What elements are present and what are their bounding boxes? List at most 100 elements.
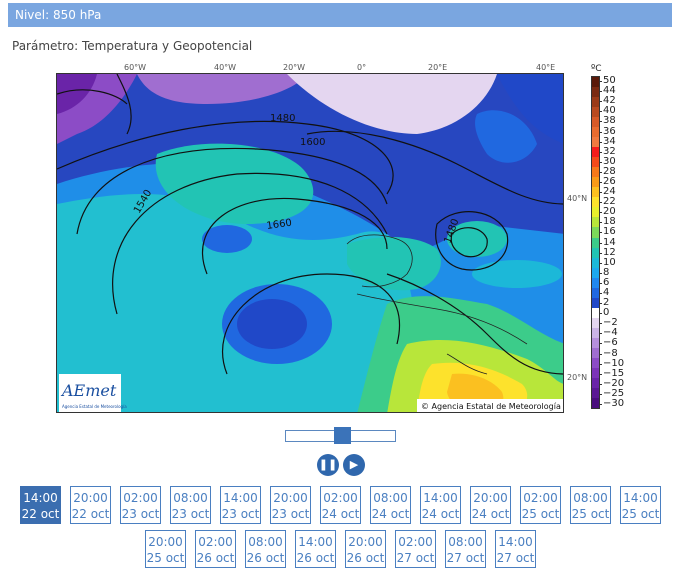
colorbar-tick — [599, 181, 602, 183]
colorbar-segment — [592, 87, 599, 98]
time-button[interactable]: 14:00 24 oct — [420, 486, 461, 524]
colorbar-label: −6 — [603, 337, 618, 349]
time-button-date: 25 oct — [571, 507, 610, 521]
time-button[interactable]: 14:00 27 oct — [495, 530, 536, 568]
time-button[interactable]: 14:00 26 oct — [295, 530, 336, 568]
time-button-hour: 20:00 — [73, 491, 108, 505]
colorbar-tick — [599, 252, 602, 254]
time-button[interactable]: 20:00 23 oct — [270, 486, 311, 524]
pause-button[interactable]: ❚❚ — [317, 454, 339, 476]
lon-label: 60°W — [124, 63, 147, 72]
colorbar-segment — [592, 337, 599, 348]
time-button[interactable]: 02:00 27 oct — [395, 530, 436, 568]
time-button-date: 25 oct — [146, 551, 185, 565]
colorbar-tick — [599, 91, 602, 93]
colorbar-tick — [599, 363, 602, 365]
colorbar-tick — [599, 222, 602, 224]
lon-label: 0° — [357, 63, 367, 72]
time-button[interactable]: 02:00 23 oct — [120, 486, 161, 524]
colorbar-segment — [592, 398, 599, 409]
colorbar-tick — [599, 171, 602, 173]
colorbar-segment — [592, 217, 599, 228]
time-button-date: 26 oct — [246, 551, 285, 565]
time-button-hour: 02:00 — [323, 491, 358, 505]
colorbar-segment — [592, 117, 599, 128]
time-button-date: 27 oct — [496, 551, 535, 565]
lon-label: 20°W — [283, 63, 306, 72]
colorbar-tick — [599, 353, 602, 355]
time-button-date: 25 oct — [621, 507, 660, 521]
colorbar-tick — [599, 81, 602, 83]
colorbar-tick — [599, 393, 602, 395]
lon-label: 40°W — [214, 63, 237, 72]
time-button[interactable]: 20:00 24 oct — [470, 486, 511, 524]
time-button[interactable]: 08:00 23 oct — [170, 486, 211, 524]
time-button-hour: 20:00 — [148, 535, 183, 549]
colorbar-tick — [599, 303, 602, 305]
time-button-date: 24 oct — [421, 507, 460, 521]
colorbar-tick — [599, 242, 602, 244]
colorbar-tick — [599, 292, 602, 294]
colorbar-label: 38 — [603, 115, 616, 127]
colorbar-segment — [592, 287, 599, 298]
colorbar-segment — [592, 147, 599, 158]
time-button-hour: 14:00 — [623, 491, 658, 505]
time-button[interactable]: 08:00 26 oct — [245, 530, 286, 568]
time-button-date: 27 oct — [446, 551, 485, 565]
time-button-date: 23 oct — [171, 507, 210, 521]
aemet-logo-subtext: Agencia Estatal de Meteorología — [62, 404, 127, 409]
colorbar-tick — [599, 313, 602, 315]
colorbar-segment — [592, 347, 599, 358]
colorbar-segment — [592, 257, 599, 268]
colorbar-tick — [599, 403, 602, 405]
colorbar-segment — [592, 247, 599, 258]
time-button[interactable]: 20:00 26 oct — [345, 530, 386, 568]
time-button[interactable]: 02:00 26 oct — [195, 530, 236, 568]
time-button[interactable]: 08:00 24 oct — [370, 486, 411, 524]
time-button[interactable]: 20:00 22 oct — [70, 486, 111, 524]
contour-label: 1600 — [300, 137, 325, 148]
time-button[interactable]: 14:00 23 oct — [220, 486, 261, 524]
colorbar-segment — [592, 127, 599, 138]
colorbar-segment — [592, 157, 599, 168]
time-button-date: 22 oct — [21, 507, 60, 521]
colorbar-label: −8 — [603, 347, 618, 359]
colorbar-segment — [592, 377, 599, 388]
time-button[interactable]: 08:00 27 oct — [445, 530, 486, 568]
copyright-text: © Agencia Estatal de Meteorología — [421, 402, 561, 411]
time-button-date: 26 oct — [346, 551, 385, 565]
colorbar-tick — [599, 282, 602, 284]
time-button-hour: 08:00 — [248, 535, 283, 549]
time-slider-thumb[interactable] — [333, 427, 351, 444]
time-button[interactable]: 14:00 25 oct — [620, 486, 661, 524]
play-button[interactable]: ▶ — [343, 454, 365, 476]
time-button[interactable]: 02:00 24 oct — [320, 486, 361, 524]
time-button[interactable]: 14:00 22 oct — [20, 486, 61, 524]
time-button-hour: 14:00 — [298, 535, 333, 549]
colorbar-segment — [592, 357, 599, 368]
colorbar-tick — [599, 343, 602, 345]
time-button-hour: 02:00 — [123, 491, 158, 505]
time-button-hour: 02:00 — [198, 535, 233, 549]
level-header: Nivel: 850 hPa — [8, 3, 672, 27]
colorbar-label: 14 — [603, 236, 616, 248]
time-button-hour: 20:00 — [348, 535, 383, 549]
aemet-logo: AEmet — [60, 381, 117, 400]
time-button-hour: 08:00 — [373, 491, 408, 505]
lon-label: 20°E — [428, 63, 448, 72]
colorbar-segment — [592, 107, 599, 118]
time-button[interactable]: 02:00 25 oct — [520, 486, 561, 524]
pause-icon: ❚❚ — [318, 458, 338, 471]
colorbar-segment — [592, 167, 599, 178]
colorbar-segment — [592, 137, 599, 148]
time-button[interactable]: 20:00 25 oct — [145, 530, 186, 568]
colorbar-segment — [592, 367, 599, 378]
time-button-date: 25 oct — [521, 507, 560, 521]
colorbar-label: 16 — [603, 226, 616, 238]
parameter-label: Parámetro: Temperatura y Geopotencial — [12, 39, 253, 53]
colorbar-tick — [599, 262, 602, 264]
colorbar-tick — [599, 383, 602, 385]
time-button-date: 26 oct — [296, 551, 335, 565]
colorbar-segment — [592, 77, 599, 88]
time-button[interactable]: 08:00 25 oct — [570, 486, 611, 524]
